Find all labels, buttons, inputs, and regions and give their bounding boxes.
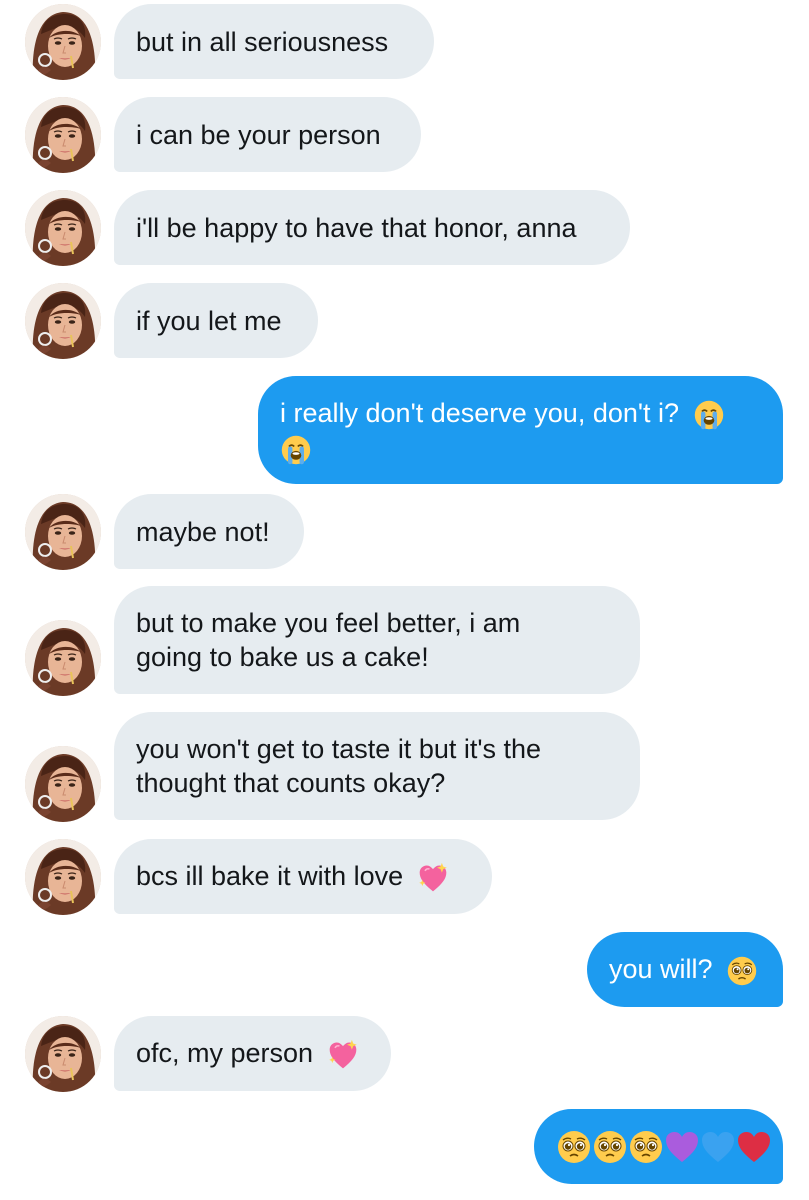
message-text: i can be your person <box>136 119 381 150</box>
avatar[interactable] <box>25 190 101 266</box>
avatar[interactable] <box>25 620 101 696</box>
avatar[interactable] <box>25 283 101 359</box>
incoming-message-bubble[interactable]: but to make you feel better, i am going … <box>114 586 640 694</box>
red-heart-icon <box>736 1129 772 1165</box>
purple-heart-icon <box>664 1129 700 1165</box>
outgoing-message-bubble[interactable] <box>534 1109 783 1184</box>
incoming-message-bubble[interactable]: if you let me <box>114 283 318 358</box>
avatar[interactable] <box>25 1016 101 1092</box>
pleading-face-icon <box>628 1129 664 1165</box>
avatar[interactable] <box>25 97 101 173</box>
pleading-face-icon <box>556 1129 592 1165</box>
message-text: but to make you feel better, i am <box>136 608 521 638</box>
message-text: ofc, my person <box>136 1038 321 1069</box>
avatar[interactable] <box>25 4 101 80</box>
avatar[interactable] <box>25 839 101 915</box>
incoming-message-bubble[interactable]: ofc, my person <box>114 1016 391 1091</box>
loudly-crying-face-icon <box>280 434 312 466</box>
message-text: thought that counts okay? <box>136 768 446 798</box>
sparkling-heart-icon <box>327 1039 359 1071</box>
message-text: bcs ill bake it with love <box>136 861 411 892</box>
pleading-face-icon <box>726 955 758 987</box>
incoming-message-bubble[interactable]: i can be your person <box>114 97 421 172</box>
loudly-crying-face-icon <box>693 399 725 431</box>
sparkling-heart-icon <box>417 862 449 894</box>
message-text: if you let me <box>136 305 282 336</box>
incoming-message-bubble[interactable]: bcs ill bake it with love <box>114 839 492 914</box>
incoming-message-bubble[interactable]: i'll be happy to have that honor, anna <box>114 190 630 265</box>
incoming-message-bubble[interactable]: but in all seriousness <box>114 4 434 79</box>
message-thread[interactable]: but in all seriousness i can be your per… <box>0 0 809 1200</box>
outgoing-message-bubble[interactable]: i really don't deserve you, don't i? <box>258 376 783 484</box>
message-text: you won't get to taste it but it's the <box>136 734 542 764</box>
avatar[interactable] <box>25 746 101 822</box>
incoming-message-bubble[interactable]: maybe not! <box>114 494 304 569</box>
message-text: going to bake us a cake! <box>136 642 429 672</box>
message-text: maybe not! <box>136 516 270 547</box>
emoji-sequence <box>556 1129 770 1165</box>
outgoing-message-bubble[interactable]: you will? <box>587 932 783 1007</box>
message-text: you will? <box>609 954 721 985</box>
pleading-face-icon <box>592 1129 628 1165</box>
message-text: i'll be happy to have that honor, anna <box>136 212 577 243</box>
blue-heart-icon <box>700 1129 736 1165</box>
avatar[interactable] <box>25 494 101 570</box>
message-text: but in all seriousness <box>136 26 389 57</box>
incoming-message-bubble[interactable]: you won't get to taste it but it's the t… <box>114 712 640 820</box>
message-text: i really don't deserve you, don't i? <box>280 398 687 428</box>
